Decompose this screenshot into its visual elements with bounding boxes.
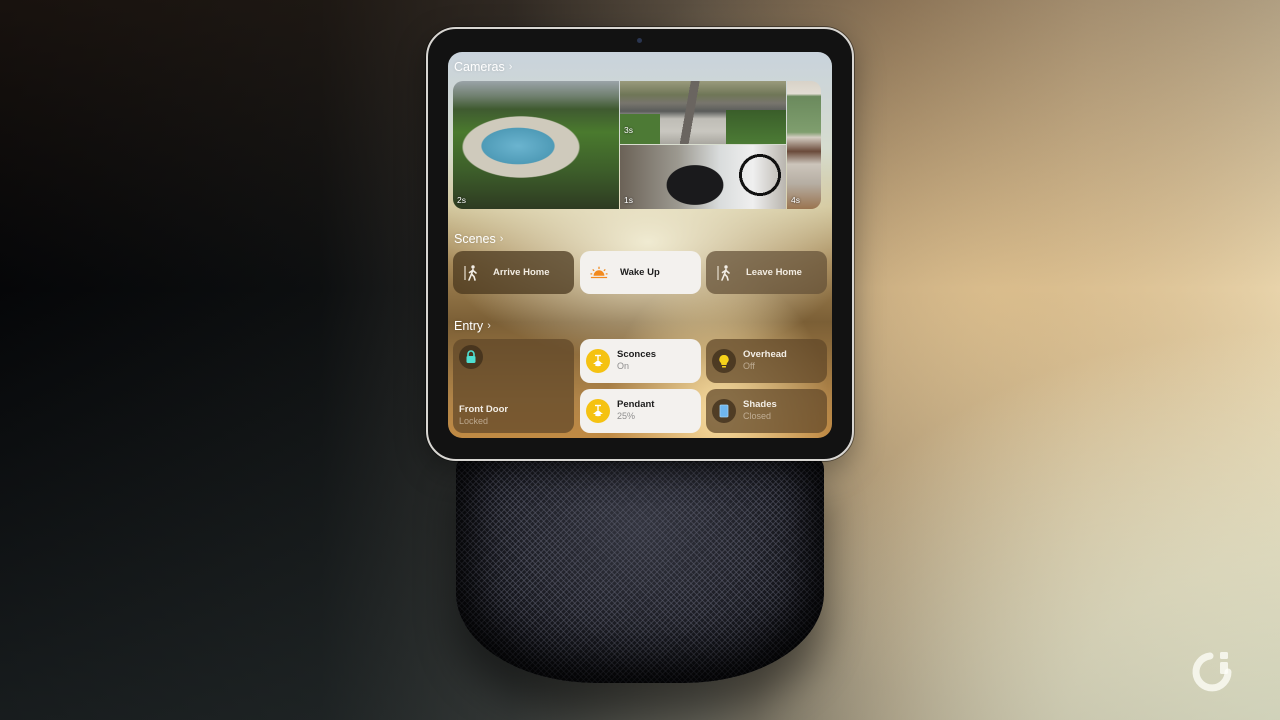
accessory-state: Off <box>743 361 755 372</box>
entry-section-header[interactable]: Entry › <box>454 319 491 333</box>
entry-accessories: Front Door Locked Sconces On Overhead Of… <box>453 339 827 433</box>
accessory-name: Sconces <box>617 349 657 361</box>
camera-feed-age: 4s <box>791 195 800 205</box>
camera-feed-age: 3s <box>624 125 633 135</box>
scene-leave-home[interactable]: Leave Home <box>706 251 827 294</box>
camera-feed-age: 1s <box>624 195 633 205</box>
window-shade-icon <box>712 399 736 423</box>
scenes-title: Scenes <box>454 232 496 246</box>
brand-logo-icon <box>1188 648 1236 694</box>
home-hub-device: Cameras › 2s 3s 1s 4s Scenes › Arrive Ho… <box>426 27 854 461</box>
home-screen: Cameras › 2s 3s 1s 4s Scenes › Arrive Ho… <box>448 52 832 438</box>
accessory-name: Shades <box>743 399 777 411</box>
scene-arrive-home[interactable]: Arrive Home <box>453 251 574 294</box>
scene-label: Leave Home <box>746 267 802 278</box>
scenes-row: Arrive Home Wake Up Leave Home <box>453 251 827 294</box>
accessory-state: Closed <box>743 411 772 422</box>
camera-feed-room[interactable]: 4s <box>787 81 821 209</box>
cameras-section-header[interactable]: Cameras › <box>454 60 512 74</box>
pendant-light-icon <box>586 349 610 373</box>
chevron-right-icon: › <box>499 233 504 245</box>
scenes-section-header[interactable]: Scenes › <box>454 232 503 246</box>
accessory-name: Front Door <box>459 403 509 415</box>
accessory-overhead[interactable]: Overhead Off <box>706 339 827 383</box>
accessory-state: On <box>617 361 630 372</box>
accessory-name: Pendant <box>617 399 655 411</box>
camera-feed-age: 2s <box>457 195 466 205</box>
cameras-title: Cameras <box>454 60 505 74</box>
entry-title: Entry <box>454 319 484 333</box>
accessory-sconces[interactable]: Sconces On <box>580 339 701 383</box>
accessory-name: Overhead <box>743 349 787 361</box>
chevron-right-icon: › <box>508 61 513 73</box>
walking-person-icon <box>716 264 734 282</box>
scene-label: Wake Up <box>620 267 660 278</box>
camera-feed-street[interactable]: 3s <box>620 81 786 144</box>
scene-label: Arrive Home <box>493 267 550 278</box>
accessory-state: 25% <box>617 411 636 422</box>
accessory-shades[interactable]: Shades Closed <box>706 389 827 433</box>
speaker-base <box>456 455 824 683</box>
pendant-light-icon <box>586 399 610 423</box>
camera-feed-pool[interactable]: 2s <box>453 81 619 209</box>
sunrise-icon <box>590 264 608 282</box>
lightbulb-icon <box>712 349 736 373</box>
camera-grid: 2s 3s 1s 4s <box>453 81 821 209</box>
accessory-front-door[interactable]: Front Door Locked <box>453 339 574 433</box>
lock-icon <box>459 345 483 369</box>
chevron-right-icon: › <box>487 320 491 332</box>
front-camera-icon <box>637 38 642 43</box>
scene-wake-up[interactable]: Wake Up <box>580 251 701 294</box>
accessory-pendant[interactable]: Pendant 25% <box>580 389 701 433</box>
accessory-state: Locked <box>459 415 489 426</box>
camera-feed-garage[interactable]: 1s <box>620 145 786 209</box>
walking-person-icon <box>463 264 481 282</box>
